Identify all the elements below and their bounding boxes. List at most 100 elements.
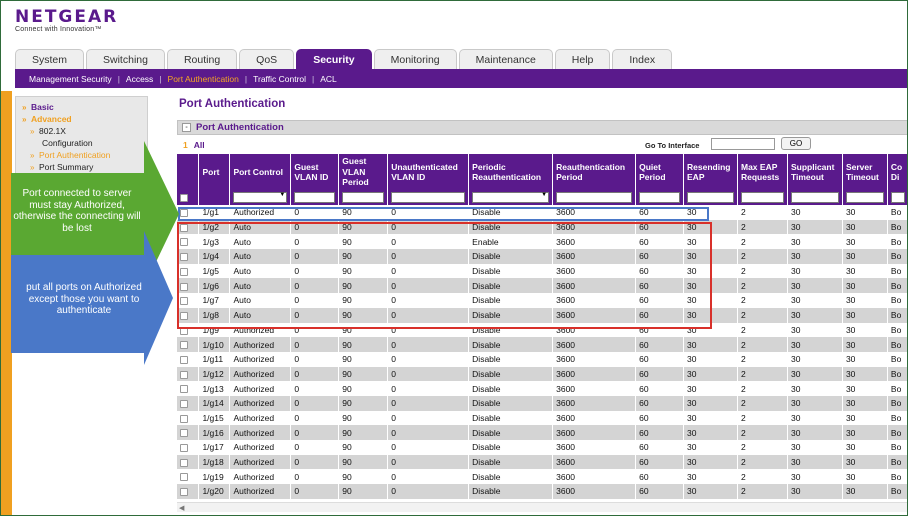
table-cell: 1/g18 [198,454,231,470]
table-row[interactable]: 1/g13 Authorized 0 90 0 Disable 3600 60 30 2 30 30 B… [177,381,907,396]
filter-input[interactable] [639,192,681,203]
table-cell: 90 [338,293,389,308]
tab-monitoring[interactable]: Monitoring [373,49,457,69]
table-row[interactable]: 1/g10 Authorized 0 90 0 Disable 3600 60 30 2 30 30 B… [177,337,907,352]
table-row[interactable]: 1/g4 Auto 0 90 0 Disable 3600 60 30 2 30 30 Bo [177,249,907,264]
table-row[interactable]: 1/g6 Auto 0 90 0 Disable 3600 60 30 2 30 30 Bo [177,278,907,294]
row-checkbox[interactable] [180,414,188,423]
tab-security[interactable]: Security [296,49,372,69]
filter-dropdown[interactable] [233,192,288,203]
table-row[interactable]: 1/g11 Authorized 0 90 0 Disable 3600 60 30 2 30 30 B… [177,351,907,367]
tab-maintenance[interactable]: Maintenance [458,49,553,69]
table-cell: 3600 [552,469,637,485]
filter-input[interactable] [741,192,784,203]
main-tabs: System Switching Routing QoS Security Monitor… [15,49,674,69]
table-row[interactable]: 1/g1 Authorized 0 90 0 Disable 3600 60 30 2 30 30 Bo [177,205,907,220]
table-row[interactable]: 1/g3 Auto 0 90 0 Enable 3600 60 30 2 30 30 Bo [177,234,907,250]
filter-input[interactable] [556,192,633,203]
sidebar-item-basic[interactable]: » Basic [22,101,141,113]
filter-input[interactable] [845,192,884,203]
subnav-port-authentication[interactable]: Port Authentication [168,74,239,84]
row-checkbox[interactable] [180,326,188,335]
table-cell: Disable [468,425,554,440]
table-cell: 90 [338,440,389,455]
filter-input[interactable] [391,192,466,203]
collapse-icon[interactable]: - [182,123,191,132]
row-checkbox[interactable] [180,253,188,262]
panel-header[interactable]: - Port Authentication [177,120,907,135]
tab-switching[interactable]: Switching [86,49,165,69]
table-row[interactable]: 1/g20 Authorized 0 90 0 Disable 3600 60 30 2 30 30 B… [177,484,907,499]
filter-input[interactable] [890,192,905,203]
row-checkbox[interactable] [180,400,188,409]
table-cell: 2 [737,307,788,323]
row-checkbox[interactable] [180,341,188,350]
row-checkbox[interactable] [180,370,188,379]
table-cell: 60 [635,425,685,440]
row-checkbox[interactable] [180,311,188,320]
table-row[interactable]: 1/g9 Authorized 0 90 0 Disable 3600 60 30 2 30 30 Bo [177,322,907,338]
tab-routing[interactable]: Routing [166,49,238,69]
filter-input[interactable] [687,192,734,203]
tab-index[interactable]: Index [612,49,673,69]
row-checkbox[interactable] [180,238,188,247]
table-cell: 0 [387,469,470,485]
page-selector[interactable]: 1 All [183,140,205,150]
subnav-access[interactable]: Access [126,74,153,84]
tab-help[interactable]: Help [554,49,611,69]
sidebar-item-802-1x[interactable]: » 802.1X [22,125,141,137]
table-row[interactable]: 1/g17 Authorized 0 90 0 Disable 3600 60 30 2 30 30 B… [177,440,907,455]
row-checkbox[interactable] [180,297,188,306]
table-row[interactable]: 1/g16 Authorized 0 90 0 Disable 3600 60 30 2 30 30 B… [177,425,907,440]
scroll-left-icon[interactable]: ◀ [179,504,184,512]
table-cell: 1/g14 [198,395,231,411]
row-checkbox[interactable] [180,223,188,232]
table-row[interactable]: 1/g7 Auto 0 90 0 Disable 3600 60 30 2 30 30 Bo [177,293,907,308]
row-checkbox[interactable] [180,458,188,467]
tab-qos[interactable]: QoS [239,49,295,69]
all-link[interactable]: All [194,140,205,150]
filter-input[interactable] [790,192,839,203]
subnav-acl[interactable]: ACL [320,74,337,84]
table-row[interactable]: 1/g15 Authorized 0 90 0 Disable 3600 60 30 2 30 30 B… [177,410,907,426]
table-row[interactable]: 1/g8 Auto 0 90 0 Disable 3600 60 30 2 30 30 Bo [177,307,907,323]
table-row[interactable]: 1/g2 Auto 0 90 0 Disable 3600 60 30 2 30 30 Bo [177,219,907,235]
subnav-separator: | [117,73,120,84]
row-checkbox[interactable] [180,473,188,482]
go-button[interactable]: GO [781,137,811,150]
row-checkbox[interactable] [180,429,188,438]
filter-input[interactable] [294,192,336,203]
select-all-checkbox[interactable] [180,194,188,203]
subnav-management-security[interactable]: Management Security [29,74,112,84]
table-row[interactable]: 1/g18 Authorized 0 90 0 Disable 3600 60 30 2 30 30 B… [177,454,907,470]
row-checkbox[interactable] [180,444,188,453]
table-row[interactable]: 1/g19 Authorized 0 90 0 Disable 3600 60 30 2 30 30 B… [177,469,907,485]
filter-dropdown[interactable] [472,192,550,203]
sidebar-item-configuration[interactable]: Configuration [22,137,141,149]
row-checkbox[interactable] [180,385,188,394]
column-header: Unauthenticated VLAN ID [387,154,470,190]
row-checkbox[interactable] [180,355,188,364]
table-cell: 1/g13 [198,381,231,396]
table-row[interactable]: 1/g5 Auto 0 90 0 Disable 3600 60 30 2 30 30 Bo [177,263,907,279]
row-checkbox[interactable] [180,267,188,276]
logo-tagline: Connect with Innovation™ [15,26,102,33]
row-select-cell [177,293,200,308]
subnav-traffic-control[interactable]: Traffic Control [253,74,306,84]
horizontal-scrollbar[interactable]: ◀ [177,502,907,512]
sidebar-item-port-authentication[interactable]: » Port Authentication [22,149,141,161]
row-checkbox[interactable] [180,488,188,497]
column-header: Port [198,154,231,190]
filter-input[interactable] [342,192,385,203]
table-row[interactable]: 1/g14 Authorized 0 90 0 Disable 3600 60 30 2 30 30 B… [177,395,907,411]
table-row[interactable]: 1/g12 Authorized 0 90 0 Disable 3600 60 30 2 30 30 B… [177,366,907,382]
callout-ports-note: put all ports on Authorized except those… [26,282,142,316]
row-checkbox[interactable] [180,282,188,291]
tab-system[interactable]: System [15,49,85,69]
table-cell: Authorized [229,205,292,220]
sidebar-item-port-summary[interactable]: » Port Summary [22,161,141,173]
row-checkbox[interactable] [180,209,188,218]
goto-interface-input[interactable] [711,138,775,150]
table-cell: Disable [468,395,554,411]
sidebar-item-advanced[interactable]: » Advanced [22,113,141,125]
